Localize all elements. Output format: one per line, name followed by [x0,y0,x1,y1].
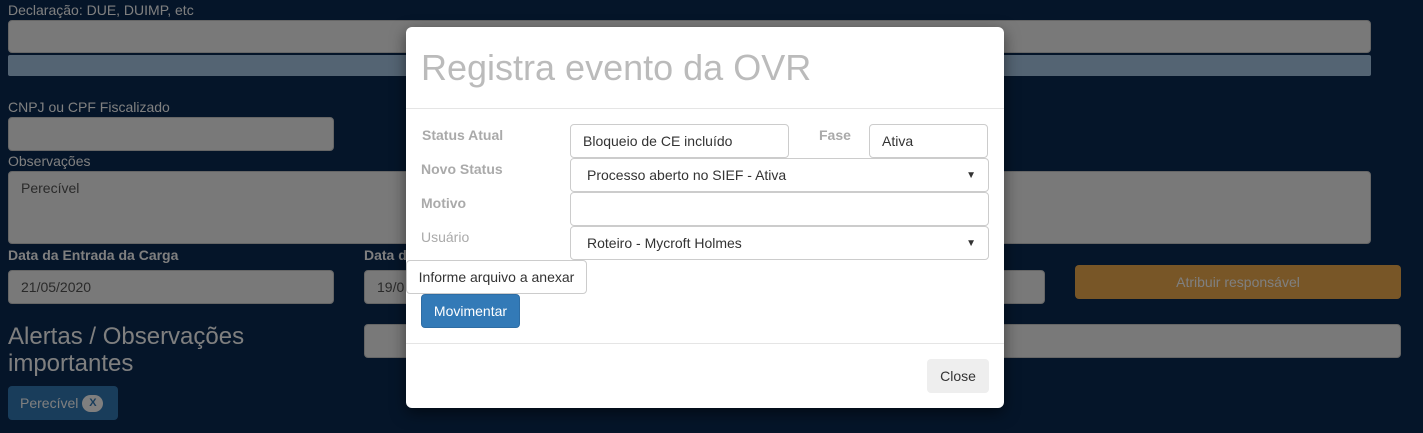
status-atual-value: Bloqueio de CE incluído [583,133,733,149]
close-button[interactable]: Close [927,359,989,393]
usuario-value: Roteiro - Mycroft Holmes [587,235,742,251]
modal-header-divider [406,108,1004,109]
motivo-label: Motivo [421,195,467,211]
usuario-label: Usuário [421,229,470,245]
modal-title: Registra evento da OVR [421,47,812,88]
fase-label: Fase [819,127,851,143]
fase-input[interactable]: Ativa [869,124,988,158]
movimentar-button[interactable]: Movimentar [421,294,520,328]
chevron-down-icon: ▼ [966,169,976,181]
attach-file-button[interactable]: Informe arquivo a anexar [406,260,587,294]
usuario-select[interactable]: Roteiro - Mycroft Holmes ▼ [570,226,989,260]
status-atual-label: Status Atual [422,127,504,143]
motivo-input[interactable] [570,192,989,226]
status-atual-input[interactable]: Bloqueio de CE incluído [570,124,789,158]
chevron-down-icon: ▼ [966,237,976,249]
fase-value: Ativa [882,133,914,149]
registra-evento-modal: Registra evento da OVR Status Atual Bloq… [406,27,1004,408]
novo-status-label: Novo Status [421,161,503,177]
novo-status-value: Processo aberto no SIEF - Ativa [587,167,787,183]
modal-footer-divider [406,343,1004,344]
novo-status-select[interactable]: Processo aberto no SIEF - Ativa ▼ [570,158,989,192]
